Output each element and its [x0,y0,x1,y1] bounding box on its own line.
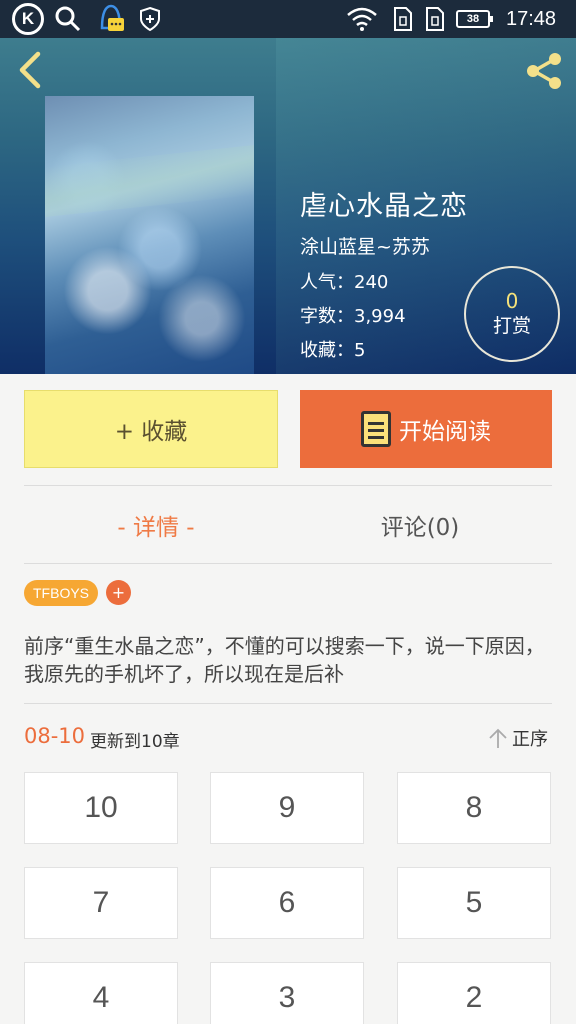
status-bar: K 38 17:48 [0,0,576,38]
shield-icon [138,0,162,38]
tag-badge[interactable]: TFBOYS [24,580,99,606]
share-icon[interactable] [522,50,566,92]
tab-comments[interactable]: 评论(0) [288,496,552,554]
tip-button[interactable]: 0 打赏 [464,266,560,362]
chapter-button[interactable]: 7 [24,867,178,939]
divider [24,485,552,486]
status-time: 17:48 [506,7,557,30]
favorites-stat: 收藏：5 [300,340,366,361]
chapter-button[interactable]: 2 [397,962,551,1024]
update-date: 08-10 [24,724,86,748]
k-app-icon-label: K [12,3,44,35]
wifi-icon [346,0,378,38]
sort-order-label: 正序 [512,729,548,750]
sim-icon [392,0,414,38]
book-description: 前序“重生水晶之恋”，不懂的可以搜索一下，说一下原因，我原先的手机坏了，所以现在… [24,634,545,686]
chapter-button[interactable]: 4 [24,962,178,1024]
chapter-button[interactable]: 3 [210,962,364,1024]
add-favorite-button[interactable]: + 收藏 [24,390,278,468]
chapter-button[interactable]: 8 [397,772,551,844]
chapter-button[interactable]: 10 [24,772,178,844]
add-favorite-label: + 收藏 [114,419,188,445]
popularity-stat: 人气：240 [300,272,389,293]
book-title: 虐心水晶之恋 [300,191,468,222]
battery-level: 38 [456,10,493,28]
search-icon [54,0,82,38]
add-tag-button[interactable]: + [106,580,131,605]
chapter-button[interactable]: 5 [397,867,551,939]
book-icon [361,411,391,447]
divider [24,703,552,704]
qq-bell-icon [94,0,128,38]
tip-label: 打赏 [492,315,531,337]
battery-icon: 38 [456,0,493,38]
tab-detail[interactable]: - 详情 - [24,496,288,554]
start-reading-label: 开始阅读 [399,419,491,445]
chapter-button[interactable]: 6 [210,867,364,939]
sort-order-button[interactable]: 正序 [488,724,548,752]
word-count-stat: 字数：3,994 [300,306,406,327]
k-app-icon: K [12,0,44,38]
update-status: 更新到10章 [90,732,180,752]
back-icon[interactable] [14,48,48,92]
tip-count: 0 [505,289,519,313]
divider [24,563,552,564]
up-arrow-icon [489,728,507,748]
chapter-button[interactable]: 9 [210,772,364,844]
book-cover-image [45,96,254,374]
sim-icon [424,0,446,38]
book-header: 虐心水晶之恋 涂山蓝星~苏苏 人气：240 字数：3,994 收藏：5 0 打赏 [0,38,576,374]
start-reading-button[interactable]: 开始阅读 [300,390,552,468]
book-author[interactable]: 涂山蓝星~苏苏 [300,232,430,259]
